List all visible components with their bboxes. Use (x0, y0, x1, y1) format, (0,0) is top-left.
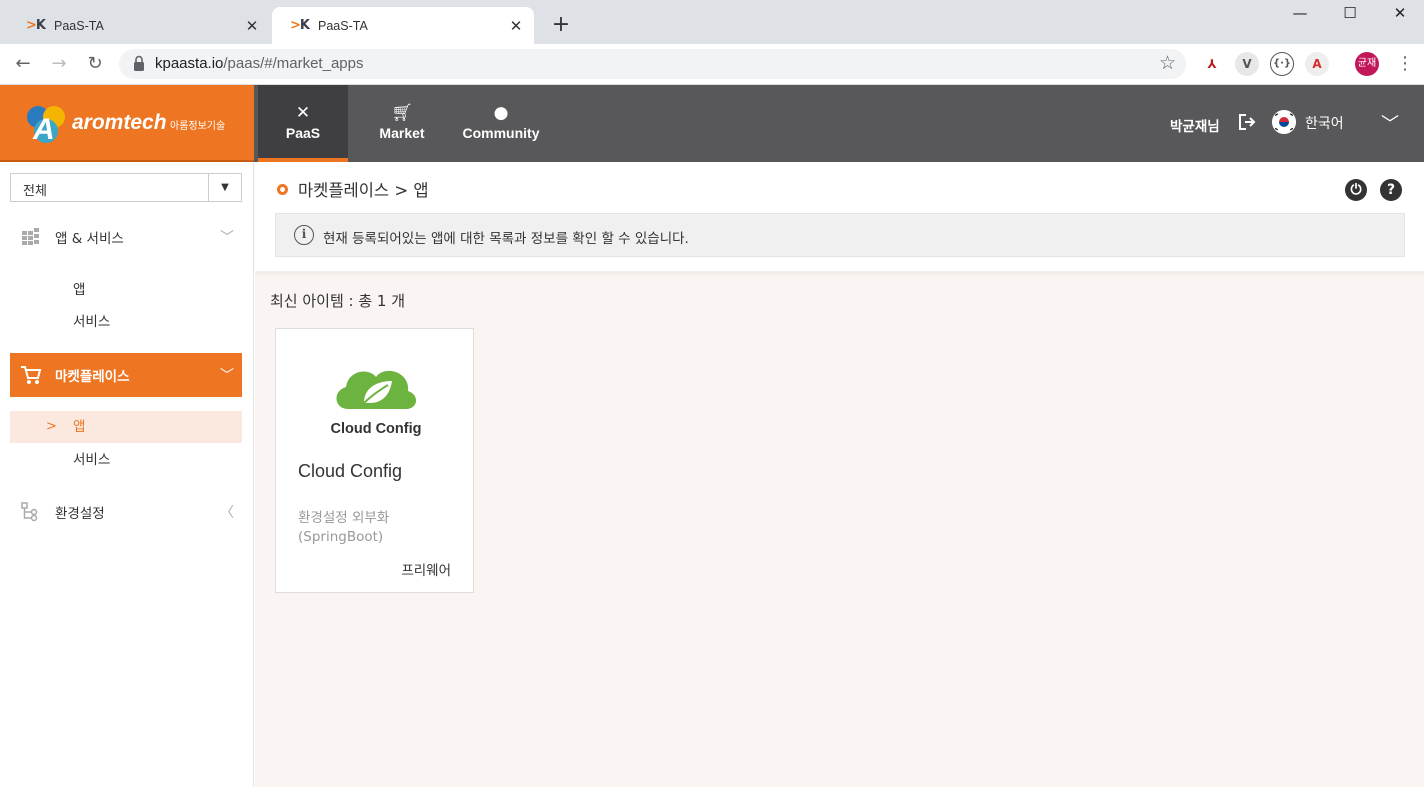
chevron-down-icon: ﹀ (220, 368, 234, 384)
app-card-price: 프리웨어 (401, 563, 451, 579)
app-card[interactable]: Cloud Config Cloud Config 환경설정 외부화 (Spri… (275, 328, 474, 593)
code-extension-icon[interactable]: {·} (1270, 52, 1294, 76)
nav-paas[interactable]: ✕ PaaS (258, 85, 348, 162)
tab-title: PaaS-TA (318, 18, 368, 33)
cart-icon: 🛒︎ (391, 103, 413, 123)
sidebar-item-apps[interactable]: 앱 (10, 274, 242, 306)
tab-title: PaaS-TA (54, 18, 104, 33)
v-extension-icon[interactable]: V (1235, 52, 1259, 76)
paasta-favicon-icon: >K (26, 18, 46, 33)
menu-apps-services[interactable]: 앱 & 서비스 ﹀ (10, 215, 242, 259)
chevron-down-icon: ﹀ (220, 230, 234, 246)
browser-menu-icon[interactable]: ⋮ (1393, 52, 1417, 76)
browser-tabstrip: >K PaaS-TA ✕ >K PaaS-TA ✕ + — ☐ ✕ (0, 0, 1424, 44)
tree-icon (21, 502, 38, 522)
brand-logo[interactable]: A aromtech 아롬정보기술 (0, 85, 254, 162)
sidebar: 전체 ▼ 앱 & 서비스 ﹀ 앱 서비스 마켓플레이스 ﹀ > 앱 서비스 환경… (0, 162, 254, 787)
korea-flag-icon[interactable] (1272, 110, 1296, 134)
maximize-icon[interactable]: ☐ (1330, 4, 1370, 26)
language-selector[interactable]: 한국어 (1305, 113, 1344, 133)
bullet-icon (277, 184, 288, 195)
nav-community[interactable]: ● Community (456, 85, 546, 162)
brand-subtitle: 아롬정보기술 (170, 121, 226, 132)
tools-icon: ✕ (295, 103, 311, 123)
new-tab-icon[interactable]: + (550, 12, 572, 37)
spring-cloud-config-logo: Cloud Config (330, 370, 422, 437)
item-count: 최신 아이템 : 총 1 개 (270, 292, 406, 310)
info-text: 현재 등록되어있는 앱에 대한 목록과 정보를 확인 할 수 있습니다. (323, 231, 689, 247)
info-icon: i (294, 225, 314, 245)
minimize-icon[interactable]: — (1280, 4, 1320, 26)
username: 박균재님 (1170, 119, 1220, 135)
chevron-down-icon[interactable]: ﹀ (1381, 110, 1399, 136)
cart-icon (21, 366, 42, 384)
close-tab-icon[interactable]: ✕ (508, 17, 524, 35)
url-text: kpaasta.io/paas/#/market_apps (155, 55, 364, 72)
forward-icon[interactable]: → (47, 52, 71, 76)
profile-avatar[interactable]: 균재 (1355, 52, 1379, 76)
dropdown-arrow-icon: ▼ (208, 174, 241, 201)
browser-tab[interactable]: >K PaaS-TA ✕ (8, 7, 270, 44)
chevron-right-icon: > (46, 419, 57, 434)
window-close-icon[interactable]: ✕ (1380, 4, 1420, 26)
aromtech-logo-icon: A (27, 106, 65, 146)
sidebar-item-market-services[interactable]: 서비스 (10, 444, 242, 476)
chat-icon: ● (493, 103, 509, 123)
back-icon[interactable]: ← (11, 52, 35, 76)
breadcrumb: 마켓플레이스 > 앱 (298, 181, 429, 200)
app-card-title: Cloud Config (298, 461, 403, 481)
lock-icon (134, 55, 144, 71)
pdf-extension-icon[interactable]: ⅄ (1200, 52, 1224, 76)
sidebar-item-market-apps[interactable]: > 앱 (10, 411, 242, 443)
menu-marketplace[interactable]: 마켓플레이스 ﹀ (10, 353, 242, 397)
reload-icon[interactable]: ↻ (83, 52, 107, 76)
app-header: A aromtech 아롬정보기술 ✕ PaaS 🛒︎ Market ● Com… (0, 85, 1424, 162)
browser-tab-active[interactable]: >K PaaS-TA ✕ (272, 7, 534, 44)
logout-icon[interactable] (1237, 112, 1257, 132)
angular-extension-icon[interactable]: A (1305, 52, 1329, 76)
svg-text:A: A (32, 113, 55, 146)
close-tab-icon[interactable]: ✕ (244, 17, 260, 35)
svg-text:Cloud Config: Cloud Config (330, 421, 421, 437)
paasta-favicon-icon: >K (290, 18, 310, 33)
browser-toolbar: ← → ↻ kpaasta.io/paas/#/market_apps ☆ ⅄ … (0, 44, 1424, 85)
grid-icon (22, 228, 39, 245)
info-box: i 현재 등록되어있는 앱에 대한 목록과 정보를 확인 할 수 있습니다. (275, 213, 1405, 257)
chevron-left-icon: 〈 (220, 505, 234, 521)
page-header: 마켓플레이스 > 앱 ⏻ ? i 현재 등록되어있는 앱에 대한 목록과 정보를… (255, 162, 1424, 272)
app-card-description: 환경설정 외부화 (SpringBoot) (298, 510, 390, 545)
bookmark-star-icon[interactable]: ☆ (1159, 52, 1176, 74)
menu-settings[interactable]: 환경설정 〈 (10, 490, 242, 534)
help-icon[interactable]: ? (1380, 179, 1402, 201)
main-content: 마켓플레이스 > 앱 ⏻ ? i 현재 등록되어있는 앱에 대한 목록과 정보를… (255, 162, 1424, 787)
address-bar[interactable]: kpaasta.io/paas/#/market_apps ☆ (119, 49, 1186, 79)
sidebar-item-services[interactable]: 서비스 (10, 306, 242, 338)
scope-select[interactable]: 전체 ▼ (10, 173, 242, 202)
refresh-icon[interactable]: ⏻ (1345, 179, 1367, 201)
nav-market[interactable]: 🛒︎ Market (357, 85, 447, 162)
brand-name: aromtech (72, 111, 167, 134)
